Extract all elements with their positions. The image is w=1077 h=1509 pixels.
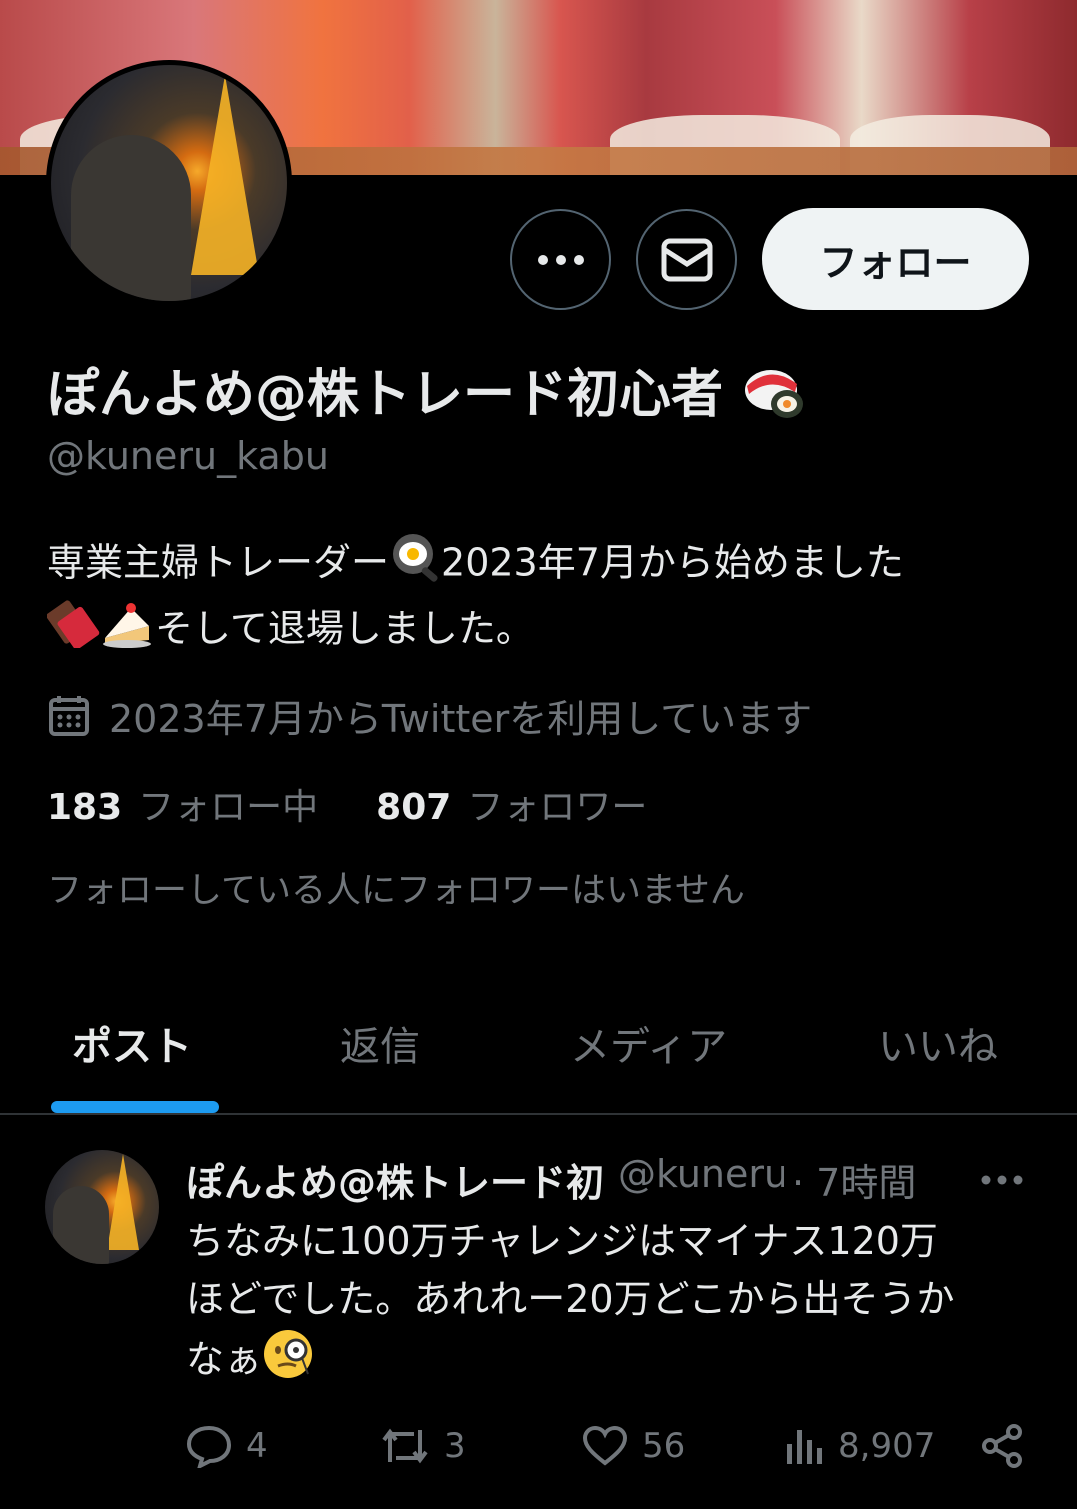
bio-line: 専業主婦トレーダー 2023年7月から始めました bbox=[47, 532, 1037, 598]
repost-icon bbox=[380, 1424, 430, 1468]
post-text-line: ちなみに100万チャレンジはマイナス120万 bbox=[186, 1219, 938, 1263]
post-avatar[interactable] bbox=[45, 1150, 159, 1264]
followers-link[interactable]: 807 フォロワー bbox=[376, 778, 647, 830]
views-button[interactable]: 8,907 bbox=[784, 1418, 935, 1474]
more-icon bbox=[537, 254, 585, 266]
repost-count: 3 bbox=[444, 1426, 466, 1466]
avatar-tower bbox=[107, 1154, 139, 1250]
profile-avatar[interactable] bbox=[46, 60, 292, 306]
avatar-tower bbox=[191, 75, 259, 275]
follow-stats: 183 フォロー中 807 フォロワー bbox=[47, 778, 647, 830]
post-text-line: ほどでした。あれれー20万どこから出そうか bbox=[186, 1277, 955, 1321]
tab-media[interactable]: メディア bbox=[570, 1014, 727, 1072]
tab-posts[interactable]: ポスト bbox=[72, 1014, 192, 1072]
sushi-emoji bbox=[741, 362, 807, 435]
message-button[interactable] bbox=[636, 209, 737, 310]
follow-button[interactable]: フォロー bbox=[762, 208, 1029, 310]
share-button[interactable] bbox=[980, 1418, 1024, 1474]
following-count: 183 bbox=[47, 787, 123, 828]
reply-icon bbox=[186, 1424, 232, 1468]
join-date-text: 2023年7月からTwitterを利用しています bbox=[109, 697, 813, 741]
like-count: 56 bbox=[642, 1426, 686, 1466]
profile-tabs: ポスト 返信 メディア いいね bbox=[0, 1000, 1077, 1115]
like-icon bbox=[582, 1425, 628, 1467]
bio-line: そして退場しました。 bbox=[46, 598, 1037, 664]
followers-label: フォロワー bbox=[467, 787, 648, 828]
reply-button[interactable]: 4 bbox=[186, 1418, 268, 1474]
followers-count: 807 bbox=[376, 787, 452, 828]
profile-handle: @kuneru_kabu bbox=[47, 434, 329, 478]
chocolate-emoji bbox=[46, 598, 101, 664]
cake-emoji bbox=[101, 598, 155, 664]
more-button[interactable] bbox=[510, 209, 611, 310]
mail-icon bbox=[661, 238, 713, 282]
following-label: フォロー中 bbox=[138, 787, 319, 828]
like-button[interactable]: 56 bbox=[582, 1418, 685, 1474]
tab-replies[interactable]: 返信 bbox=[340, 1014, 420, 1072]
post-text-line: なぁ bbox=[186, 1328, 1046, 1396]
bio-text: 2023年7月から始めました bbox=[441, 540, 904, 585]
monocle-emoji bbox=[262, 1328, 318, 1396]
tab-likes[interactable]: いいね bbox=[878, 1014, 998, 1072]
post-actions: 4 3 56 8,907 bbox=[186, 1418, 1046, 1474]
views-icon bbox=[784, 1426, 824, 1466]
post-time[interactable]: · 7時間 bbox=[792, 1152, 916, 1204]
reply-count: 4 bbox=[246, 1426, 268, 1466]
pan-emoji bbox=[389, 532, 441, 598]
post-text: ちなみに100万チャレンジはマイナス120万 ほどでした。あれれー20万どこから… bbox=[186, 1212, 1046, 1396]
display-name: ぽんよめ@株トレード初心者 bbox=[47, 352, 807, 435]
mutual-followers-note: フォローしている人にフォロワーはいません bbox=[47, 871, 745, 911]
post-author-handle[interactable]: @kuneru_ bbox=[618, 1152, 784, 1204]
share-icon bbox=[980, 1424, 1024, 1468]
profile-bio: 専業主婦トレーダー 2023年7月から始めました そして退場しました。 bbox=[46, 532, 1037, 664]
display-name-text: ぽんよめ@株トレード初心者 bbox=[47, 365, 724, 425]
join-date: 2023年7月からTwitterを利用しています bbox=[47, 688, 812, 743]
bio-text: そして退場しました。 bbox=[155, 606, 534, 651]
repost-button[interactable]: 3 bbox=[380, 1418, 466, 1474]
calendar-icon bbox=[47, 694, 91, 738]
post-author-name[interactable]: ぽんよめ@株トレード初 bbox=[186, 1152, 604, 1204]
active-tab-indicator bbox=[51, 1101, 219, 1113]
bio-text: 専業主婦トレーダー bbox=[47, 540, 390, 585]
following-link[interactable]: 183 フォロー中 bbox=[47, 778, 318, 830]
avatar-person bbox=[71, 135, 191, 301]
more-icon bbox=[980, 1160, 1030, 1200]
post-header: ぽんよめ@株トレード初 @kuneru_ · 7時間 bbox=[186, 1152, 966, 1204]
post-more-button[interactable] bbox=[980, 1160, 1030, 1200]
avatar-person bbox=[53, 1186, 109, 1264]
post-text-fragment: なぁ bbox=[186, 1337, 263, 1382]
view-count: 8,907 bbox=[838, 1426, 936, 1466]
